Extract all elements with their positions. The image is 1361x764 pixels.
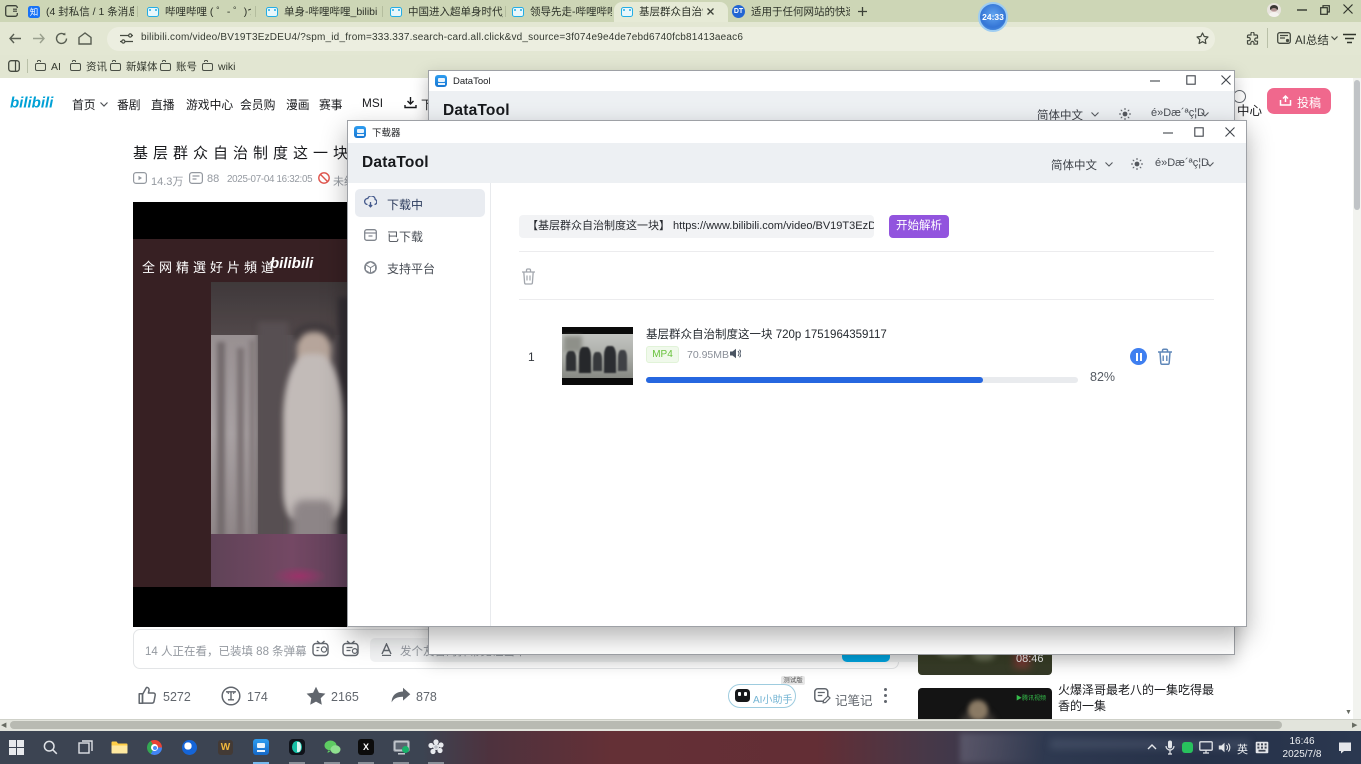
svg-text:bilibili: bilibili xyxy=(10,95,54,112)
